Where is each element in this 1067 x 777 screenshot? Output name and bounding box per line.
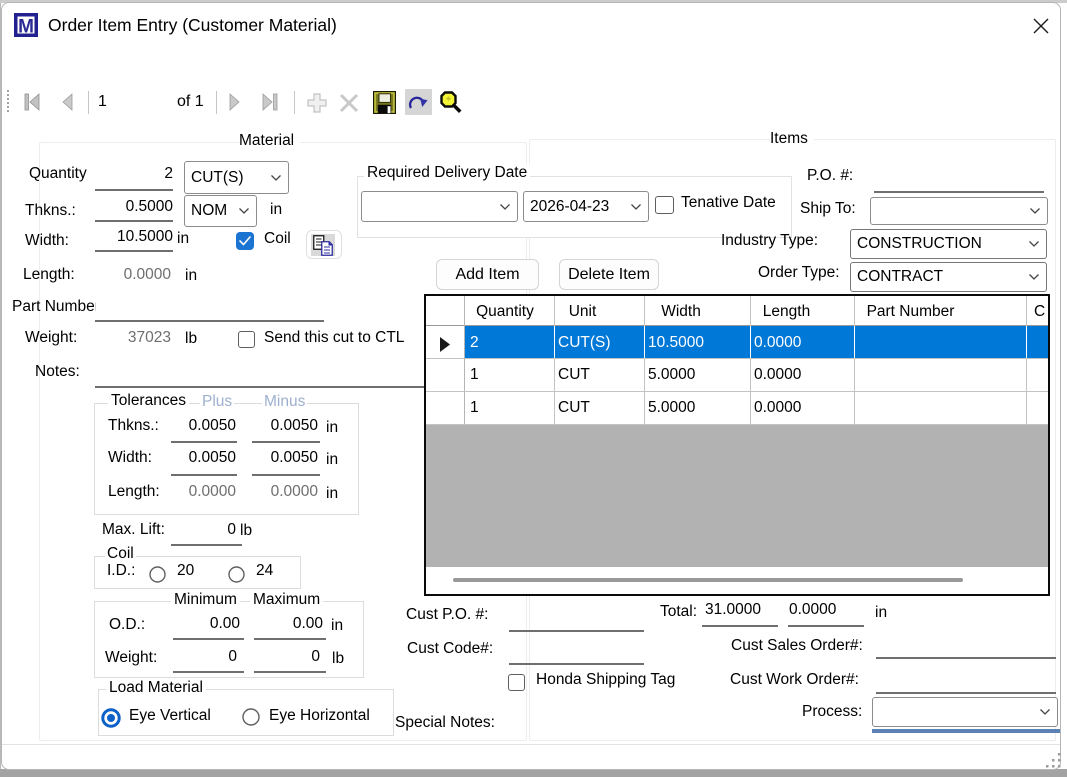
svg-text:M: M bbox=[18, 17, 34, 38]
